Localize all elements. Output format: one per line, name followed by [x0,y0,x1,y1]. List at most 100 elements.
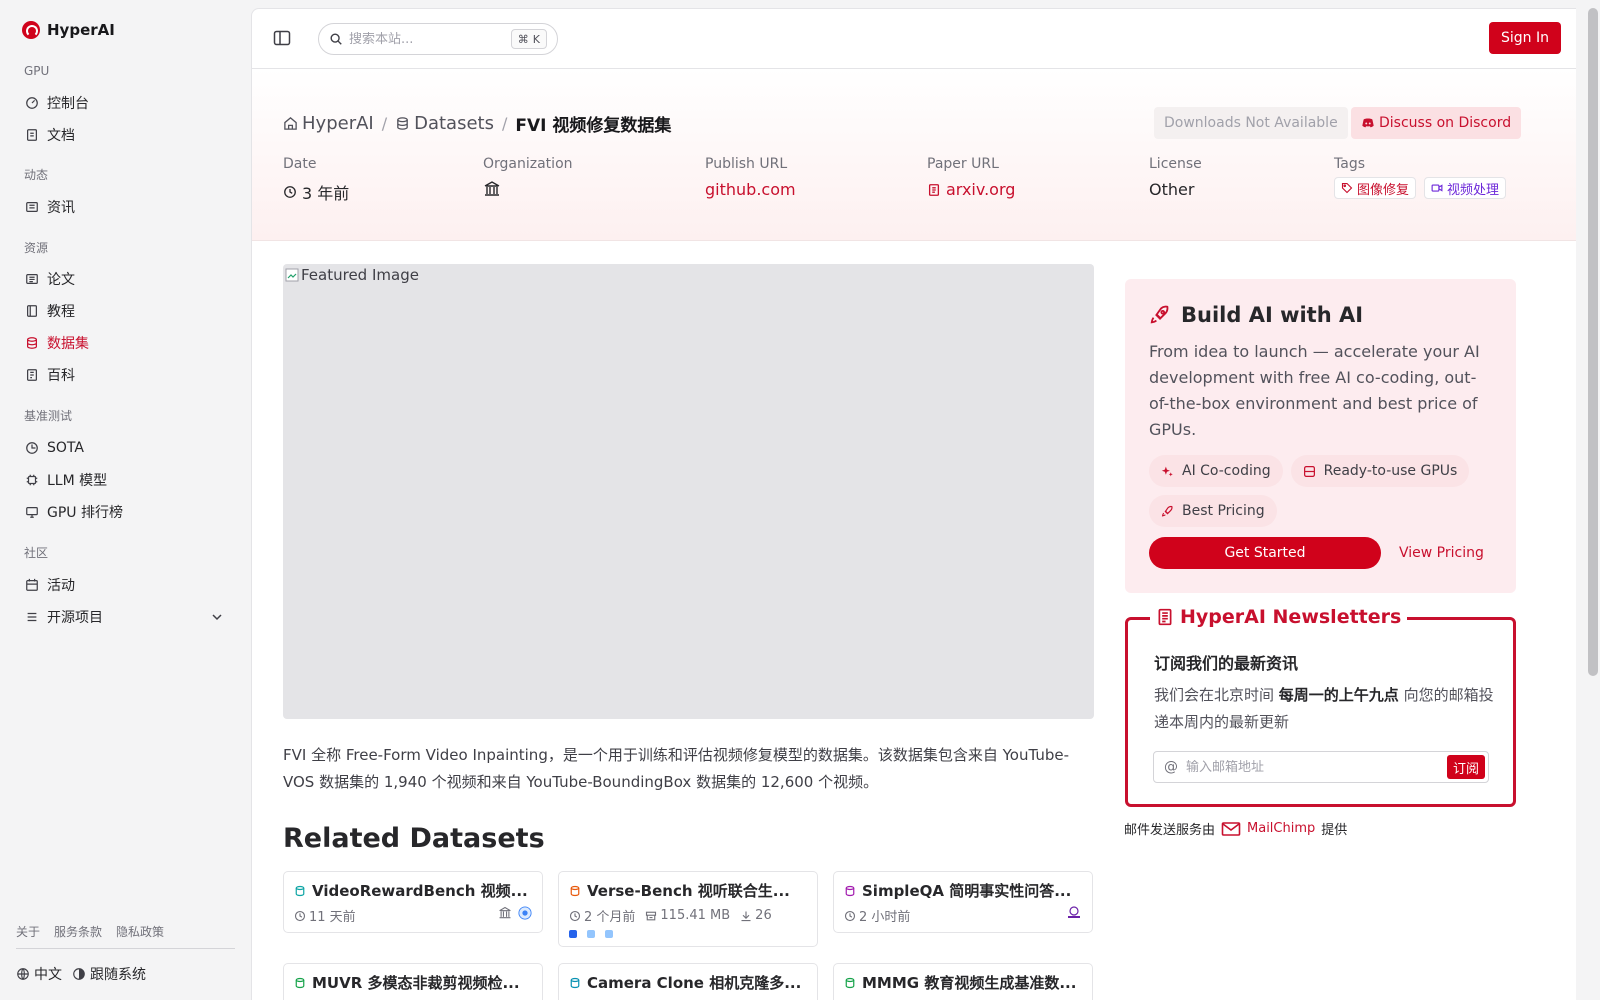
newsletter-text: 我们会在北京时间 每周一的上午九点 向您的邮箱投递本周内的最新更新 [1154,682,1494,736]
related-card-title: MUVR 多模态非裁剪视频检... [294,972,532,993]
discord-button[interactable]: Discuss on Discord [1351,107,1522,139]
date-text: 3 年前 [302,184,350,203]
database-icon [25,336,39,350]
newsletter-title: HyperAI Newsletters [1150,606,1408,628]
sidebar-item-open-source[interactable]: 开源项目 [16,603,235,631]
sidebar-item-label: GPU 排行榜 [47,505,123,521]
chart-icon [25,441,39,455]
sidebar-item-gpu-ranking[interactable]: GPU 排行榜 [16,498,235,526]
sidebar-item-news[interactable]: 资讯 [16,193,235,221]
tag-video-processing[interactable]: 视频处理 [1424,177,1507,199]
date-label: Date [283,156,317,172]
sidebar-item-docs[interactable]: 文档 [16,121,235,149]
newsletter-heading: 订阅我们的最新资讯 [1154,654,1299,673]
promo-features: AI Co-coding Ready-to-use GPUs Best Pric… [1149,455,1494,527]
mailchimp-label: MailChimp [1247,821,1316,836]
search-box[interactable]: ⌘K [318,23,558,55]
database-icon [570,977,580,988]
institution-icon [484,181,500,196]
logo[interactable]: HyperAI [22,21,115,39]
sidebar-item-tutorials[interactable]: 教程 [16,297,235,325]
feature-chip-label: AI Co-coding [1182,463,1271,479]
openai-logo-icon [1068,906,1080,918]
related-card[interactable]: VideoRewardBench 视频... 11 天前 [283,871,543,933]
email-input[interactable] [1186,759,1426,775]
discord-icon [1362,118,1374,128]
related-card-time-text: 2 个月前 [584,910,636,925]
related-card[interactable]: MUVR 多模态非裁剪视频检... [283,963,543,1000]
language-switch[interactable]: 中文 [16,964,62,984]
tag-image-inpainting[interactable]: 图像修复 [1334,177,1417,199]
sidebar-item-label: SOTA [47,440,84,456]
tag-label: 视频处理 [1447,182,1500,198]
subscribe-button[interactable]: 订阅 [1446,755,1485,779]
footer-link-terms[interactable]: 服务条款 [54,923,102,940]
section-label-resources: 资源 [24,241,49,255]
related-card[interactable]: SimpleQA 简明事实性问答... 2 小时前 [833,871,1093,933]
breadcrumb-datasets[interactable]: Datasets [395,113,494,134]
theme-switch[interactable]: 跟随系统 [72,964,146,984]
footer-link-about[interactable]: 关于 [16,923,40,940]
sidebar-item-wiki[interactable]: 百科 [16,361,235,389]
related-datasets-title: Related Datasets [283,823,545,854]
monitor-icon [25,505,39,519]
related-card[interactable]: MMMG 教育视频生成基准数... [833,963,1093,1000]
related-card-meta: 11 天前 [294,906,532,925]
get-started-button[interactable]: Get Started [1149,537,1381,569]
language-label: 中文 [34,967,62,983]
sidebar-item-console[interactable]: 控制台 [16,89,235,117]
sidebar-item-sota[interactable]: SOTA [16,434,235,462]
paper-icon [928,183,940,196]
theme-icon [73,968,85,980]
mailchimp-link[interactable]: MailChimp [1221,821,1315,837]
feature-chip-gpus: Ready-to-use GPUs [1290,455,1470,487]
related-card[interactable]: Camera Clone 相机克隆多... [558,963,818,1000]
chevron-down-icon[interactable] [211,611,223,623]
sidebar-divider [16,948,235,949]
sidebar-item-label: 资讯 [47,200,75,216]
related-card-time-text: 2 小时前 [859,910,911,925]
related-card-size: 115.41 MB [645,908,730,923]
sidebar-item-llm[interactable]: LLM 模型 [16,466,235,494]
related-card-title: Verse-Bench 视听联合生... [569,880,807,901]
footer-link-privacy[interactable]: 隐私政策 [116,923,164,940]
newsletter-email-field[interactable]: @ 订阅 [1153,751,1489,783]
database-icon [295,977,305,988]
paper-url-text: arxiv.org [946,180,1016,199]
download-icon [741,911,751,921]
breadcrumb-separator: / [381,114,388,133]
view-pricing-link[interactable]: View Pricing [1399,545,1484,561]
paper-url-link[interactable]: arxiv.org [927,180,1015,199]
breadcrumb-home[interactable]: HyperAI [283,113,374,134]
sidebar-item-datasets[interactable]: 数据集 [16,329,235,357]
cpu-icon [25,473,39,487]
license-value: Other [1149,180,1195,199]
newsletter-title-text: HyperAI Newsletters [1180,606,1402,628]
sidebar-item-papers[interactable]: 论文 [16,265,235,293]
scrollbar-thumb[interactable] [1588,8,1598,676]
preferences-row: 中文 跟随系统 [16,964,146,984]
feature-chip-label: Ready-to-use GPUs [1323,463,1458,479]
search-input[interactable] [349,31,509,47]
logo-text: HyperAI [47,21,115,39]
newsletter-box: HyperAI Newsletters 订阅我们的最新资讯 我们会在北京时间 每… [1125,606,1516,807]
theme-label: 跟随系统 [90,967,146,983]
footer-links: 关于 服务条款 隐私政策 [16,923,164,940]
sidebar-toggle-icon[interactable] [272,28,292,48]
publish-url-link[interactable]: github.com [705,180,796,199]
related-card[interactable]: Verse-Bench 视听联合生... 2 个月前 115.41 MB 26 [558,871,818,947]
paper-url-label: Paper URL [927,156,999,172]
tags-list: 图像修复 视频处理 [1334,177,1507,199]
paper-icon [25,272,39,286]
sign-in-button[interactable]: Sign In [1489,22,1561,54]
archive-icon [646,911,657,920]
related-card-title-text: VideoRewardBench 视频... [312,882,528,900]
related-card-downloads-text: 26 [755,908,772,923]
server-icon [1303,465,1315,477]
tag-icon [1341,182,1353,194]
sidebar-item-events[interactable]: 活动 [16,571,235,599]
featured-image-alt: Featured Image [285,266,419,284]
list-icon [25,610,39,624]
related-card-title: VideoRewardBench 视频... [294,880,532,901]
shortcut-key: K [532,32,540,46]
